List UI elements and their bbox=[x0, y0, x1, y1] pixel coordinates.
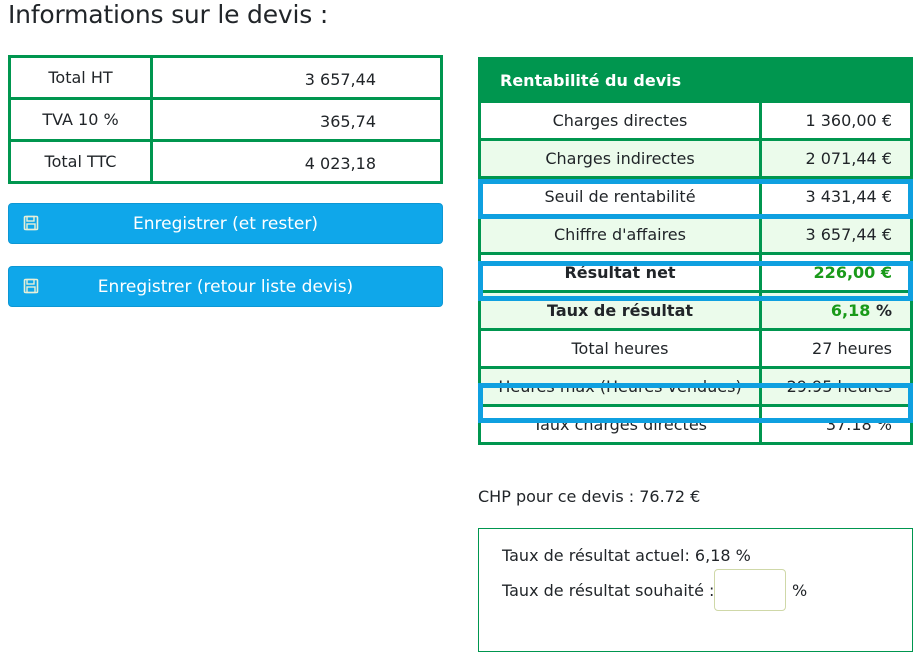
floppy-disk-icon bbox=[23, 215, 39, 231]
simulation-panel: Taux de résultat actuel: 6,18 % Taux de … bbox=[478, 528, 913, 652]
target-rate-unit: % bbox=[792, 581, 808, 600]
floppy-disk-icon bbox=[23, 278, 39, 294]
table-row: Seuil de rentabilité 3 431,44 € bbox=[478, 176, 913, 217]
rentabilite-header: Rentabilité du devis bbox=[478, 57, 913, 103]
table-row: Chiffre d'affaires 3 657,44 € bbox=[478, 214, 913, 255]
taux-resultat-unit: % bbox=[875, 301, 892, 320]
save-and-return-label: Enregistrer (retour liste devis) bbox=[97, 276, 354, 297]
taux-resultat-cell: 6,18 % bbox=[759, 290, 913, 331]
seuil-rentabilite-value: 3 431,44 € bbox=[759, 176, 913, 217]
chiffre-affaires-value: 3 657,44 € bbox=[759, 214, 913, 255]
table-row: Heures max (Heures vendues) 29.95 heures bbox=[478, 366, 913, 407]
rentabilite-table: Rentabilité du devis Charges directes 1 … bbox=[478, 57, 913, 445]
tva-label: TVA 10 % bbox=[8, 97, 153, 142]
charges-indirectes-value: 2 071,44 € bbox=[759, 138, 913, 179]
table-row: Total HT 3 657,44 bbox=[8, 55, 443, 100]
seuil-rentabilite-label: Seuil de rentabilité bbox=[478, 176, 762, 217]
save-and-return-button[interactable]: Enregistrer (retour liste devis) bbox=[8, 266, 443, 307]
table-row: Taux charges directes 37.18 % bbox=[478, 404, 913, 445]
heures-max-label: Heures max (Heures vendues) bbox=[478, 366, 762, 407]
total-ht-value: 3 657,44 bbox=[150, 55, 443, 100]
save-and-stay-button[interactable]: Enregistrer (et rester) bbox=[8, 203, 443, 244]
current-rate-text: Taux de résultat actuel: 6,18 % bbox=[502, 546, 751, 565]
total-ttc-value: 4 023,18 bbox=[150, 139, 443, 184]
totals-table: Total HT 3 657,44 TVA 10 % 365,74 Total … bbox=[8, 55, 443, 184]
charges-directes-value: 1 360,00 € bbox=[759, 100, 913, 141]
table-row: Charges indirectes 2 071,44 € bbox=[478, 138, 913, 179]
heures-max-value: 29.95 heures bbox=[759, 366, 913, 407]
charges-directes-label: Charges directes bbox=[478, 100, 762, 141]
table-row: TVA 10 % 365,74 bbox=[8, 97, 443, 142]
taux-resultat-label: Taux de résultat bbox=[478, 290, 762, 331]
total-ttc-label: Total TTC bbox=[8, 139, 153, 184]
taux-resultat-value: 6,18 bbox=[830, 301, 871, 320]
total-heures-label: Total heures bbox=[478, 328, 762, 369]
resultat-net-label: Résultat net bbox=[478, 252, 762, 293]
resultat-net-value: 226,00 € bbox=[759, 252, 913, 293]
page-title: Informations sur le devis : bbox=[8, 0, 329, 29]
taux-charges-directes-label: Taux charges directes bbox=[478, 404, 762, 445]
total-heures-value: 27 heures bbox=[759, 328, 913, 369]
total-ht-label: Total HT bbox=[8, 55, 153, 100]
table-row: Charges directes 1 360,00 € bbox=[478, 100, 913, 141]
chp-text: CHP pour ce devis : 76.72 € bbox=[478, 487, 701, 506]
target-rate-input[interactable] bbox=[714, 569, 786, 611]
target-rate-label: Taux de résultat souhaité : bbox=[502, 581, 715, 600]
taux-charges-directes-value: 37.18 % bbox=[759, 404, 913, 445]
charges-indirectes-label: Charges indirectes bbox=[478, 138, 762, 179]
chiffre-affaires-label: Chiffre d'affaires bbox=[478, 214, 762, 255]
table-row: Résultat net 226,00 € bbox=[478, 252, 913, 293]
table-row: Total heures 27 heures bbox=[478, 328, 913, 369]
table-row: Taux de résultat 6,18 % bbox=[478, 290, 913, 331]
table-row: Total TTC 4 023,18 bbox=[8, 139, 443, 184]
tva-value: 365,74 bbox=[150, 97, 443, 142]
save-and-stay-label: Enregistrer (et rester) bbox=[133, 213, 318, 234]
